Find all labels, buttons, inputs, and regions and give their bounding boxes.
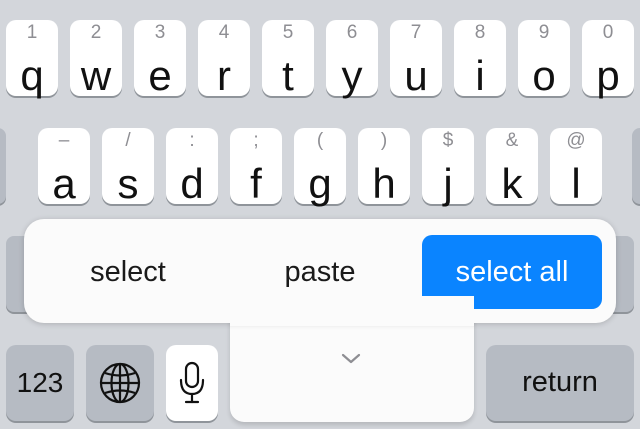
key-letter: y (341, 52, 363, 99)
key-letter: e (148, 52, 172, 99)
key-letter: f (250, 160, 262, 207)
key-u[interactable]: 7 u (390, 20, 442, 99)
key-letter: p (596, 52, 620, 99)
key-secondary: & (505, 130, 519, 151)
key-p[interactable]: 0 p (582, 20, 634, 99)
key-j[interactable]: $ j (422, 128, 474, 207)
key-secondary: / (125, 130, 131, 151)
key-secondary: ) (380, 130, 388, 151)
key-l[interactable]: @ l (550, 128, 602, 207)
key-letter: d (180, 160, 204, 207)
edit-menu-joint (230, 296, 474, 326)
return-key-label: return (522, 366, 598, 398)
key-f[interactable]: ; f (230, 128, 282, 207)
key-letter: w (80, 52, 112, 99)
key-letter: s (117, 160, 139, 207)
key-secondary: 3 (154, 22, 166, 43)
key-secondary: ( (316, 130, 324, 151)
key-secondary: 8 (474, 22, 486, 43)
delete-key-edge[interactable] (632, 128, 640, 204)
key-secondary: 2 (90, 22, 102, 43)
key-secondary: – (58, 130, 70, 151)
key-letter: i (475, 52, 485, 99)
key-letter: o (532, 52, 556, 99)
key-w[interactable]: 2 w (70, 20, 122, 99)
key-y[interactable]: 6 y (326, 20, 378, 99)
globe-key[interactable] (86, 345, 154, 421)
numbers-key[interactable]: 123 (6, 345, 74, 421)
key-secondary: 1 (26, 22, 38, 43)
key-a[interactable]: – a (38, 128, 90, 207)
key-r[interactable]: 4 r (198, 20, 250, 99)
shift-key-edge[interactable] (0, 128, 6, 204)
key-e[interactable]: 3 e (134, 20, 186, 99)
keyboard-area: 1 q 2 w 3 e 4 r 5 t 6 y 7 u 8 i 9 o 0 p … (0, 0, 640, 429)
key-secondary: 5 (282, 22, 294, 43)
globe-icon (99, 362, 141, 404)
dictation-key[interactable] (166, 345, 218, 421)
key-o[interactable]: 9 o (518, 20, 570, 99)
key-g[interactable]: ( g (294, 128, 346, 207)
key-secondary: 7 (410, 22, 422, 43)
select-menu-item[interactable]: select (36, 235, 220, 309)
key-letter: h (372, 160, 396, 207)
key-k[interactable]: & k (486, 128, 538, 207)
key-secondary: : (189, 130, 195, 151)
key-letter: q (20, 52, 44, 99)
key-letter: k (501, 160, 523, 207)
key-q[interactable]: 1 q (6, 20, 58, 99)
key-letter: j (443, 160, 453, 207)
key-secondary: 9 (538, 22, 550, 43)
key-secondary: ; (253, 130, 259, 151)
key-secondary: 0 (602, 22, 614, 43)
key-letter: r (217, 52, 231, 99)
microphone-icon (179, 361, 205, 404)
key-letter: g (308, 160, 332, 207)
key-letter: u (404, 52, 428, 99)
numbers-key-label: 123 (16, 367, 64, 398)
key-i[interactable]: 8 i (454, 20, 506, 99)
key-s[interactable]: / s (102, 128, 154, 207)
key-letter: t (282, 52, 294, 99)
key-secondary: $ (442, 130, 454, 151)
key-t[interactable]: 5 t (262, 20, 314, 99)
key-d[interactable]: : d (166, 128, 218, 207)
key-secondary: @ (566, 130, 586, 151)
key-letter: a (52, 160, 76, 207)
key-secondary: 4 (218, 22, 230, 43)
key-secondary: 6 (346, 22, 358, 43)
key-h[interactable]: ) h (358, 128, 410, 207)
key-letter: l (571, 160, 581, 207)
return-key[interactable]: return (486, 345, 634, 421)
chevron-down-icon[interactable] (340, 352, 362, 366)
